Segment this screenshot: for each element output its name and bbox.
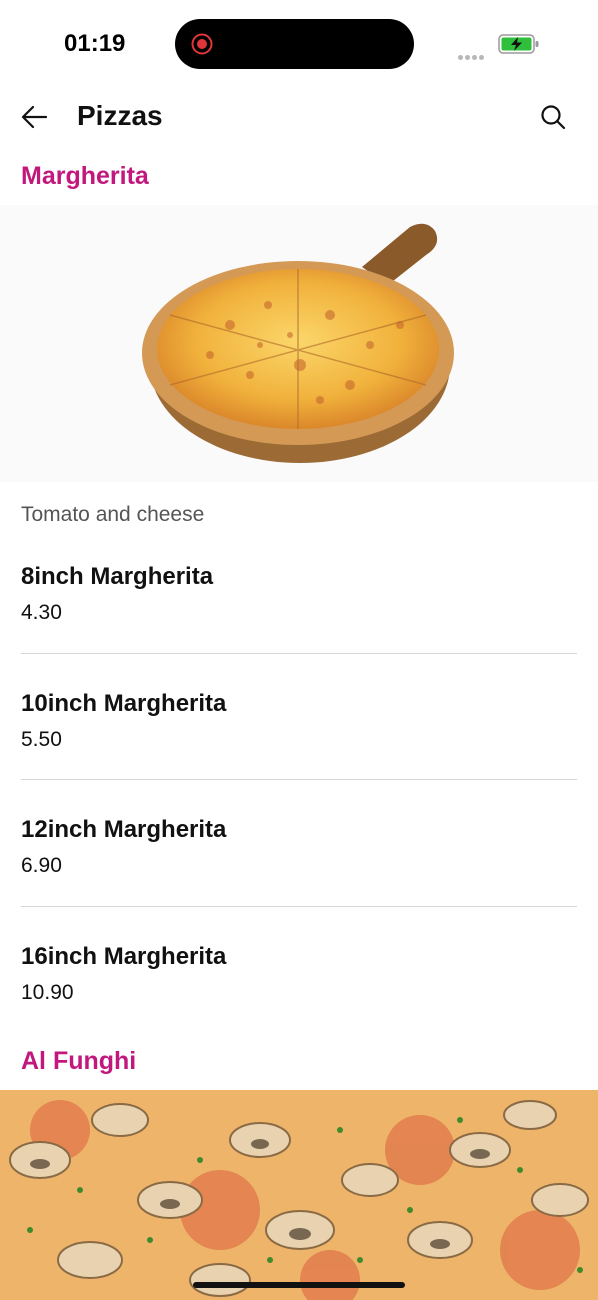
divider [21, 653, 577, 654]
dynamic-island [175, 19, 414, 69]
section-description: Tomato and cheese [21, 503, 205, 526]
signal-icon [458, 47, 486, 65]
status-bar: 01:19 [0, 0, 598, 90]
back-arrow-icon[interactable] [18, 102, 52, 132]
home-indicator[interactable] [193, 1282, 405, 1288]
status-time: 01:19 [64, 30, 126, 57]
menu-item[interactable]: 12inch Margherita 6.90 [21, 816, 577, 941]
al-funghi-image [0, 1090, 598, 1300]
menu-item[interactable]: 10inch Margherita 5.50 [21, 690, 577, 815]
item-name: 16inch Margherita [21, 943, 227, 970]
item-price: 4.30 [21, 601, 62, 624]
record-icon [191, 33, 213, 55]
app-header: Pizzas [0, 90, 598, 150]
battery-charging-icon [498, 34, 539, 54]
item-name: 12inch Margherita [21, 816, 227, 843]
page-title: Pizzas [77, 100, 163, 131]
item-name: 10inch Margherita [21, 690, 227, 717]
search-icon[interactable] [538, 102, 570, 134]
item-price: 5.50 [21, 728, 62, 751]
divider [21, 906, 577, 907]
divider [21, 779, 577, 780]
margherita-image [0, 205, 598, 482]
menu-item[interactable]: 8inch Margherita 4.30 [21, 563, 577, 688]
item-price: 10.90 [21, 981, 74, 1004]
item-name: 8inch Margherita [21, 563, 214, 590]
item-price: 6.90 [21, 854, 62, 877]
section-title-margherita: Margherita [21, 162, 149, 190]
section-title-al-funghi: Al Funghi [21, 1047, 137, 1075]
